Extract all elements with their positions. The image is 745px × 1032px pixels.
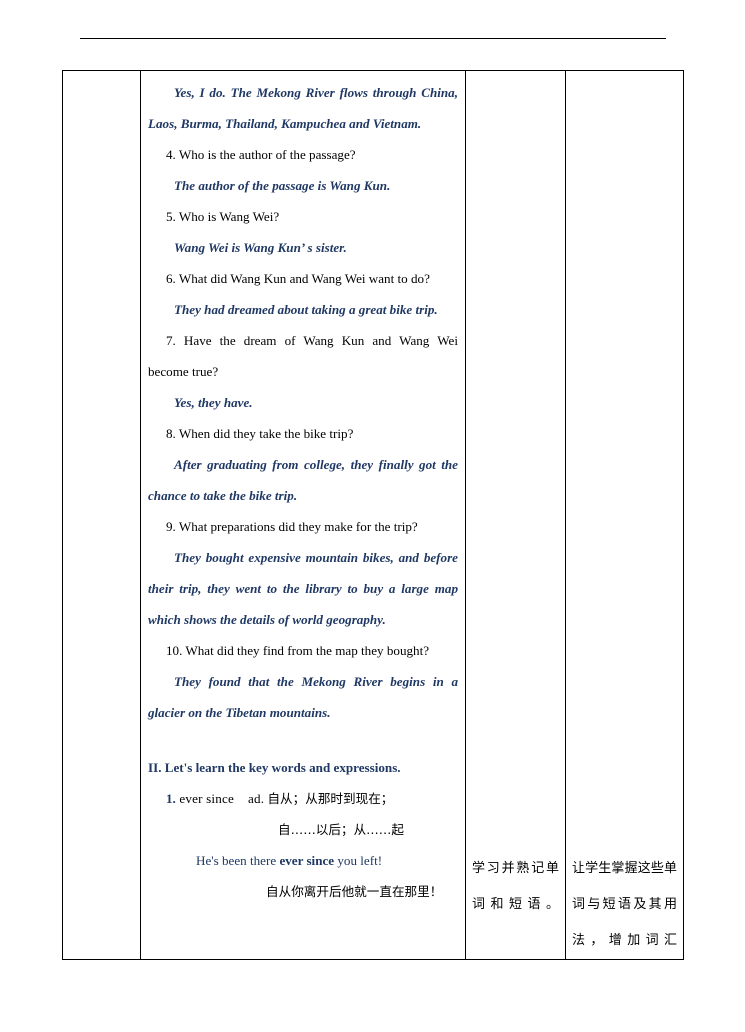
vocabulary-number: 1. (166, 791, 176, 806)
vocabulary-entry: 1. ever since ad. 自从；从那时到现在； (148, 783, 458, 814)
procedure-step-cell (62, 70, 141, 960)
purpose-note-text: 学习并熟记单词和短语。 (472, 861, 559, 912)
note-spacer (472, 71, 559, 851)
answer-line: They found that the Mekong River begins … (148, 674, 458, 720)
vocabulary-example-translation: 自从你离开后他就一直在那里！ (148, 876, 458, 907)
answer-line: After graduating from college, they fina… (148, 457, 458, 503)
intent-note-cell: 让学生掌握这些单词与短语及其用法，增加词汇 (565, 70, 684, 960)
answer-line: Wang Wei is Wang Kun’ s sister. (174, 240, 347, 255)
answer-line: They had dreamed about taking a great bi… (174, 302, 438, 317)
question-line: 5. Who is Wang Wei? (166, 209, 280, 224)
document-page: Yes, I do. The Mekong River flows throug… (0, 0, 745, 1032)
answer-line: They bought expensive mountain bikes, an… (148, 550, 458, 627)
lesson-plan-table: Yes, I do. The Mekong River flows throug… (62, 70, 684, 960)
content-cell: Yes, I do. The Mekong River flows throug… (140, 70, 466, 960)
question-line: 10. What did they find from the map they… (166, 643, 430, 658)
vocabulary-meaning-line-2: 自……以后；从……起 (278, 822, 404, 837)
vocabulary-meaning-row: 自……以后；从……起 (148, 814, 458, 845)
example-translation-text: 自从你离开后他就一直在那里！ (266, 884, 443, 899)
vocabulary-meaning-line-1: 自从；从那时到现在； (267, 791, 394, 806)
vocabulary-part-of-speech: ad. (247, 791, 265, 806)
purpose-note-cell: 学习并熟记单词和短语。 (465, 70, 566, 960)
question-line: 9. What preparations did they make for t… (166, 519, 418, 534)
note-spacer (572, 71, 677, 851)
table-row: Yes, I do. The Mekong River flows throug… (62, 70, 684, 960)
example-highlight: ever since (279, 853, 335, 868)
question-line: 7. Have the dream of Wang Kun and Wang W… (148, 333, 458, 379)
answer-line: The author of the passage is Wang Kun. (174, 178, 391, 193)
example-prefix: He's been there (196, 853, 280, 868)
vocabulary-example-sentence: He's been there ever since you left! (148, 845, 458, 876)
answer-line: Yes, they have. (174, 395, 253, 410)
intent-note-text: 让学生掌握这些单词与短语及其用法，增加词汇 (572, 861, 677, 948)
question-line: 4. Who is the author of the passage? (166, 147, 356, 162)
question-line: 6. What did Wang Kun and Wang Wei want t… (166, 271, 430, 286)
question-line: 8. When did they take the bike trip? (166, 426, 354, 441)
section-heading: II. Let's learn the key words and expres… (148, 760, 401, 775)
example-suffix: you left! (334, 853, 383, 868)
header-rule (80, 38, 666, 39)
vocabulary-word: ever since (179, 791, 235, 806)
answer-line: Yes, I do. The Mekong River flows throug… (148, 85, 458, 131)
